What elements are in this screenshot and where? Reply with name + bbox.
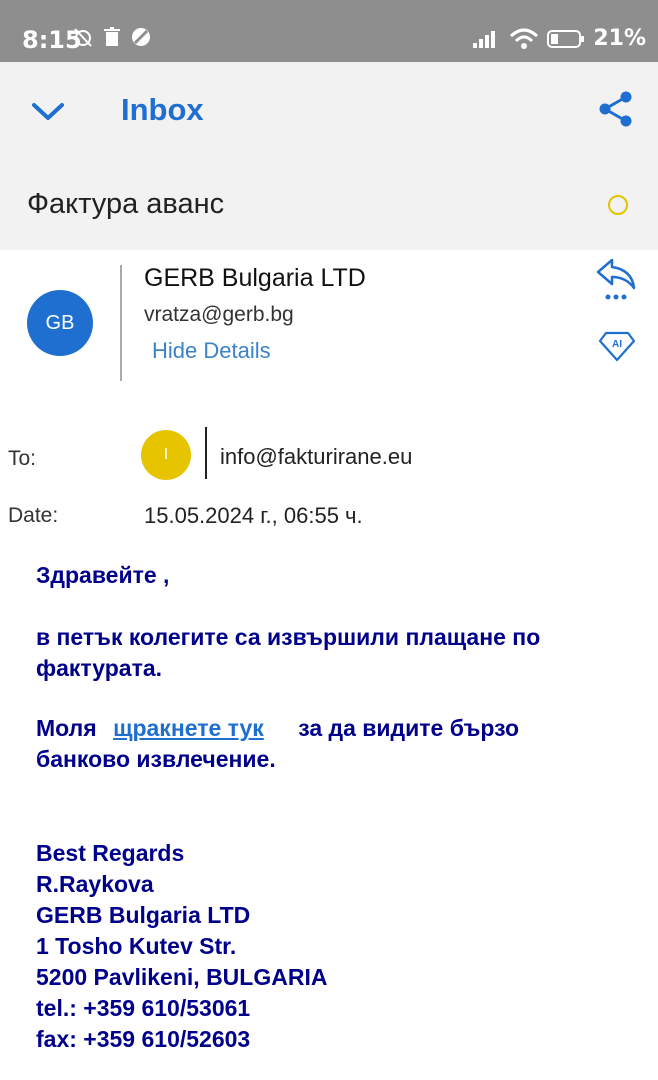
chevron-down-icon — [32, 103, 64, 120]
signature-line: 5200 Pavlikeni, BULGARIA — [36, 964, 328, 990]
wifi-icon — [510, 28, 539, 49]
do-not-disturb-icon — [132, 28, 150, 46]
sender-initials: GB — [45, 311, 75, 334]
status-icons-left — [72, 26, 152, 48]
bank-statement-link[interactable]: щракнете тук — [113, 715, 264, 741]
message-subject: Фактура аванс — [27, 188, 225, 220]
battery-icon — [547, 29, 585, 48]
alarm-off-icon — [74, 28, 92, 47]
status-icons-right: 21% — [471, 26, 646, 51]
paragraph-2: Моля щракнете тук за да видите бързо бан… — [36, 713, 519, 775]
paragraph-2-post: за да видите бързо — [298, 715, 520, 741]
signature-line: R.Raykova — [36, 871, 154, 897]
message-header: Inbox Фактура аванс — [0, 62, 658, 250]
paragraph-2-line-2: банково извлечение. — [36, 746, 276, 772]
signature-line: GERB Bulgaria LTD — [36, 902, 251, 928]
recipient-avatar: I — [141, 430, 191, 480]
greeting: Здравейте , — [36, 562, 170, 588]
svg-text:AI: AI — [612, 339, 622, 350]
signature: Best Regards R.Raykova GERB Bulgaria LTD… — [36, 838, 327, 1055]
paragraph-1-line-2: фактурата. — [36, 655, 163, 681]
ai-diamond-icon: AI — [598, 331, 636, 362]
recipient-initial: I — [163, 446, 169, 463]
paragraph-1-line-1: в петък колегите са извършили плащане по — [36, 624, 541, 650]
signature-line: 1 Tosho Kutev Str. — [36, 933, 237, 959]
sender-avatar: GB — [27, 290, 93, 356]
divider — [120, 265, 122, 381]
reply-icon — [596, 258, 636, 300]
sender-email: vratza@gerb.bg — [144, 303, 294, 326]
paragraph-2-line-1: Моля щракнете тук за да видите бързо — [36, 713, 519, 744]
signature-line: Best Regards — [36, 840, 185, 866]
unread-indicator[interactable] — [608, 195, 628, 215]
date-value: 15.05.2024 г., 06:55 ч. — [144, 503, 363, 528]
battery-percent: 21% — [593, 26, 646, 51]
reply-button[interactable] — [594, 256, 638, 302]
share-icon — [599, 91, 632, 127]
share-button[interactable] — [596, 89, 636, 129]
folder-title: Inbox — [121, 92, 204, 127]
status-bar: 8:15 21% — [0, 0, 658, 62]
sender-name: GERB Bulgaria LTD — [144, 264, 366, 292]
paragraph-1: в петък колегите са извършили плащане по… — [36, 622, 540, 684]
signal-icon — [473, 30, 496, 48]
to-label: To: — [8, 447, 37, 470]
date-label: Date: — [8, 504, 59, 527]
recipient-email[interactable]: info@fakturirane.eu — [220, 444, 412, 470]
recipient-divider — [205, 427, 207, 479]
hide-details-link[interactable]: Hide Details — [152, 338, 271, 364]
ai-button[interactable]: AI — [598, 330, 636, 362]
back-button[interactable] — [28, 92, 68, 132]
signature-line: fax: +359 610/52603 — [36, 1026, 251, 1052]
signature-line: tel.: +359 610/53061 — [36, 995, 251, 1021]
trash-icon — [104, 27, 120, 46]
paragraph-2-pre: Моля — [36, 715, 97, 741]
